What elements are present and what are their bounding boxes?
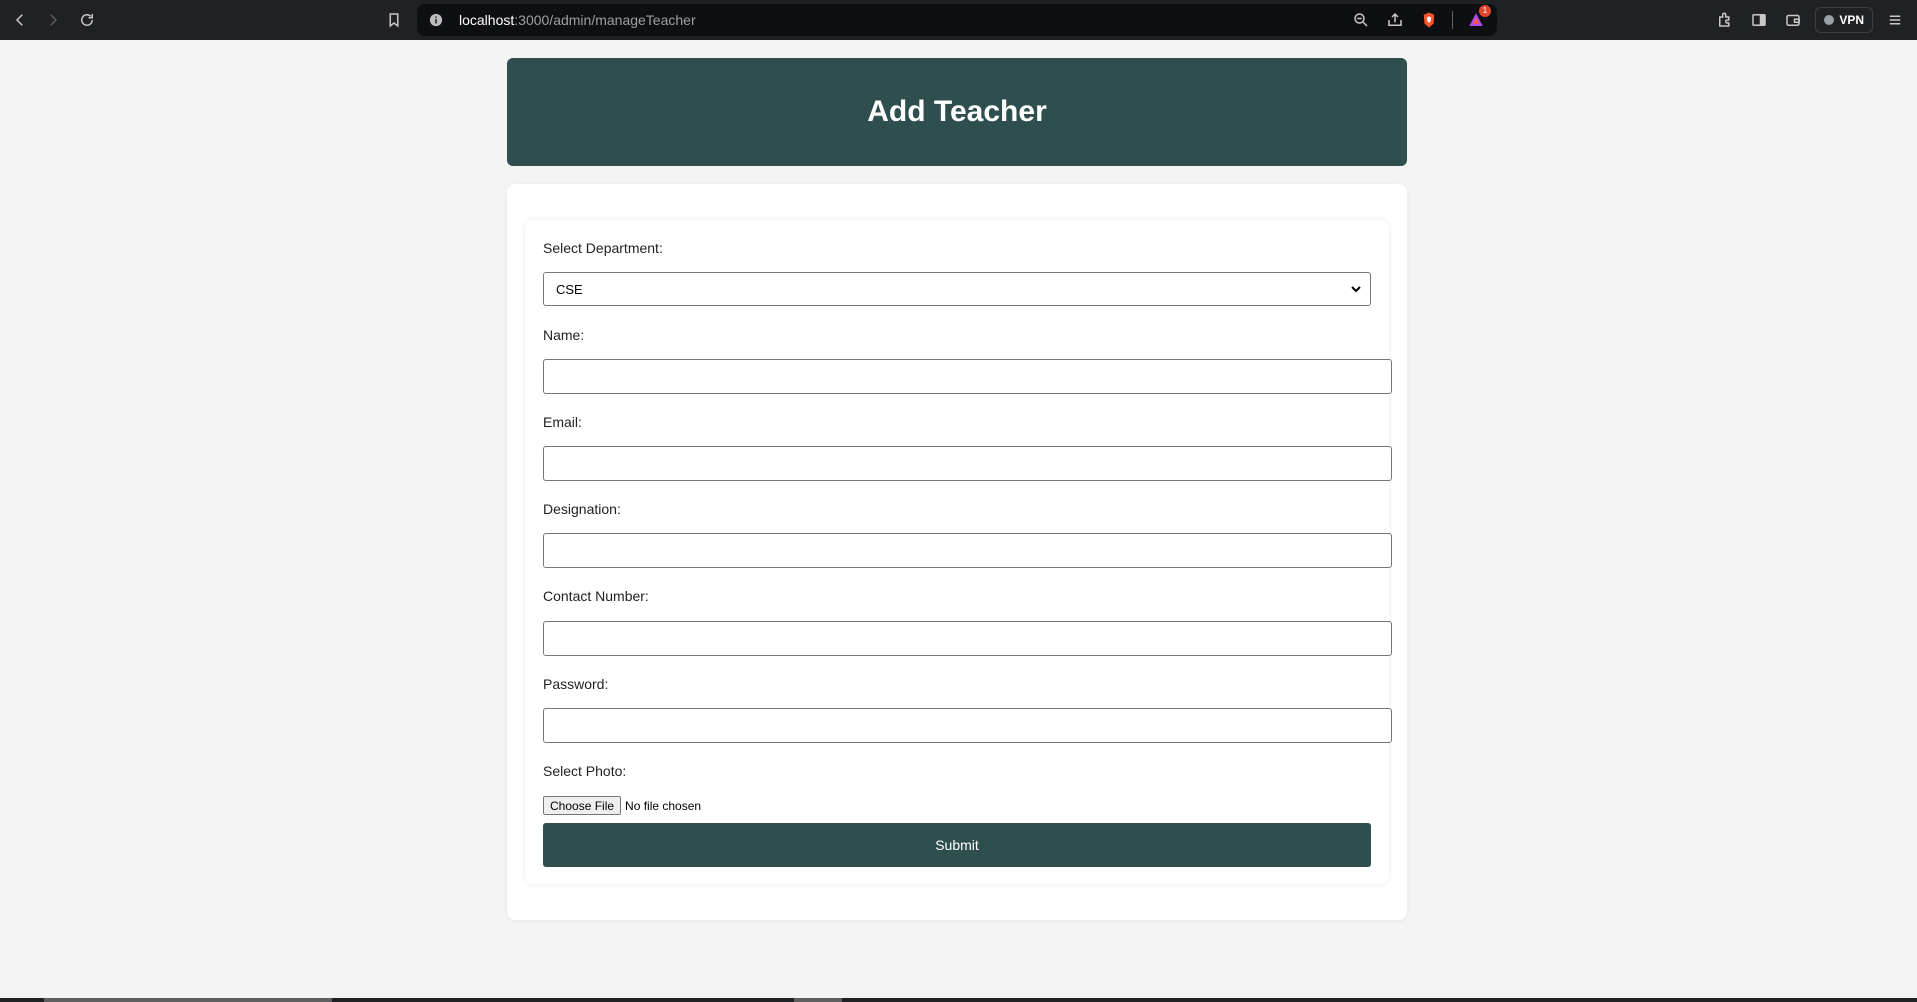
submit-button[interactable]: Submit (543, 823, 1371, 867)
rewards-badge: 1 (1479, 5, 1491, 17)
bottom-bar-segment (44, 998, 332, 1002)
add-teacher-form: Select Department: CSE Name: Email: Desi… (525, 220, 1392, 884)
email-input[interactable] (543, 446, 1392, 481)
sidebar-icon[interactable] (1747, 8, 1771, 32)
extensions-icon[interactable] (1713, 8, 1737, 32)
choose-file-button[interactable]: Choose File (543, 796, 622, 815)
bookmark-icon[interactable] (379, 5, 409, 35)
vpn-label: VPN (1839, 13, 1864, 27)
site-info-icon[interactable] (429, 13, 443, 27)
department-label: Select Department: (543, 240, 663, 256)
brave-rewards-icon[interactable]: 1 (1465, 5, 1491, 31)
password-label: Password: (543, 676, 609, 692)
bottom-bar (0, 998, 1917, 1002)
reload-icon[interactable] (72, 5, 102, 35)
name-input[interactable] (543, 359, 1392, 394)
name-label: Name: (543, 327, 585, 343)
designation-input[interactable] (543, 533, 1392, 568)
url-text: localhost:3000/admin/manageTeacher (459, 12, 696, 28)
toolbar-divider (1452, 11, 1453, 29)
page-title: Add Teacher (867, 95, 1047, 128)
browser-toolbar: localhost:3000/admin/manageTeacher 1 VPN (0, 0, 1917, 40)
department-selected-value: CSE (556, 281, 583, 297)
back-icon[interactable] (5, 5, 35, 35)
form-container: Select Department: CSE Name: Email: Desi… (507, 184, 1407, 920)
forward-icon[interactable] (38, 5, 68, 35)
address-bar[interactable]: localhost:3000/admin/manageTeacher 1 (417, 4, 1497, 36)
department-select[interactable]: CSE (543, 272, 1371, 306)
designation-label: Designation: (543, 501, 621, 517)
vpn-button[interactable]: VPN (1815, 7, 1873, 33)
chevron-down-icon (1351, 286, 1361, 293)
bottom-bar-segment (794, 998, 842, 1002)
page-header: Add Teacher (507, 58, 1407, 166)
contact-number-input[interactable] (543, 621, 1392, 656)
page-content: Add Teacher Select Department: CSE Name:… (0, 40, 1917, 1002)
file-status-text: No file chosen (625, 798, 702, 813)
photo-label: Select Photo: (543, 763, 627, 779)
wallet-icon[interactable] (1781, 8, 1805, 32)
brave-shields-icon[interactable] (1418, 9, 1440, 31)
vpn-status-icon (1824, 15, 1835, 25)
zoom-icon[interactable] (1350, 9, 1372, 31)
contact-number-label: Contact Number: (543, 588, 649, 604)
email-label: Email: (543, 414, 582, 430)
url-path: :3000/admin/manageTeacher (514, 12, 696, 28)
menu-icon[interactable] (1883, 8, 1907, 32)
share-icon[interactable] (1384, 9, 1406, 31)
url-host: localhost (459, 12, 515, 28)
password-input[interactable] (543, 708, 1392, 743)
photo-file-input: Choose File No file chosen (543, 796, 701, 815)
